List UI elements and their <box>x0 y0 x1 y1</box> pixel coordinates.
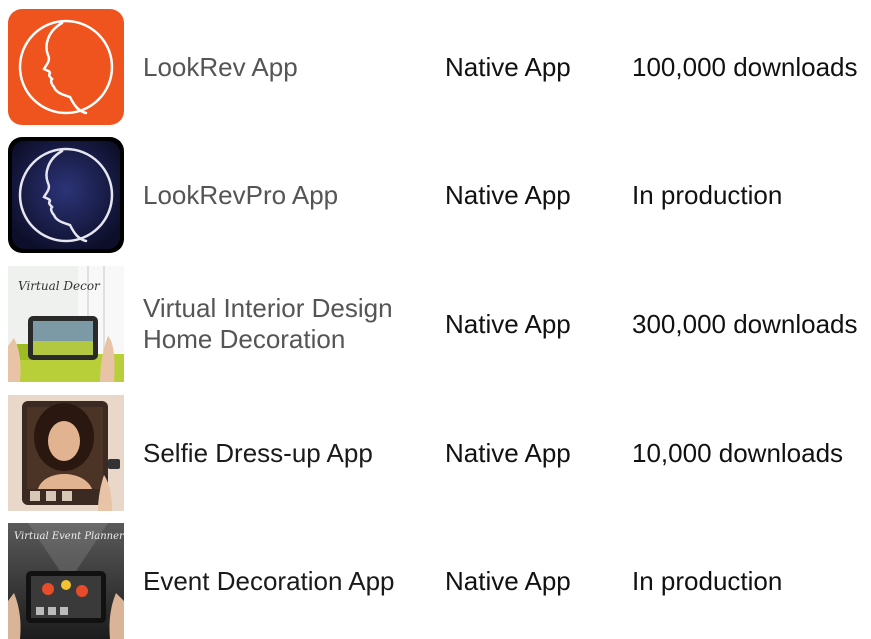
app-type: Native App <box>445 437 571 468</box>
event-planner-icon: Virtual Event Planner <box>8 523 124 639</box>
app-name: LookRevPro App <box>143 137 428 253</box>
app-name: Selfie Dress-up App <box>143 395 428 511</box>
app-row: Selfie Dress-up App Native App 10,000 do… <box>0 395 871 511</box>
app-name-line: Selfie Dress-up App <box>143 437 373 468</box>
lookrev-face-icon <box>8 9 124 125</box>
app-type: Native App <box>445 565 571 596</box>
app-status: 10,000 downloads <box>632 437 844 468</box>
app-status: In production <box>632 565 783 596</box>
virtual-decor-icon: Virtual Decor <box>8 266 124 382</box>
app-type: Native App <box>445 51 571 82</box>
app-name: LookRev App <box>143 9 428 125</box>
app-status: In production <box>632 179 783 210</box>
app-name-line: LookRevPro App <box>143 179 339 210</box>
icon-caption: Virtual Event Planner <box>14 531 124 542</box>
app-status: 300,000 downloads <box>632 308 858 339</box>
app-type: Native App <box>445 179 571 210</box>
lookrevpro-face-icon <box>8 137 124 253</box>
app-status: 100,000 downloads <box>632 51 858 82</box>
app-type: Native App <box>445 308 571 339</box>
app-name-line: LookRev App <box>143 51 298 82</box>
app-row: Virtual Decor Virtual Interior Design Ho… <box>0 266 871 382</box>
app-row: LookRev App Native App 100,000 downloads <box>0 9 871 125</box>
app-name-line: Event Decoration App <box>143 565 395 596</box>
app-name: Event Decoration App <box>143 523 428 639</box>
app-name-line: Home Decoration <box>143 324 346 354</box>
app-name: Virtual Interior Design Home Decoration <box>143 266 428 382</box>
app-row: Virtual Event Planner Event Decoration A… <box>0 523 871 639</box>
selfie-dressup-icon <box>8 395 124 511</box>
app-row: LookRevPro App Native App In production <box>0 137 871 253</box>
app-name-line: Virtual Interior Design <box>143 293 393 323</box>
icon-caption: Virtual Decor <box>18 279 101 293</box>
